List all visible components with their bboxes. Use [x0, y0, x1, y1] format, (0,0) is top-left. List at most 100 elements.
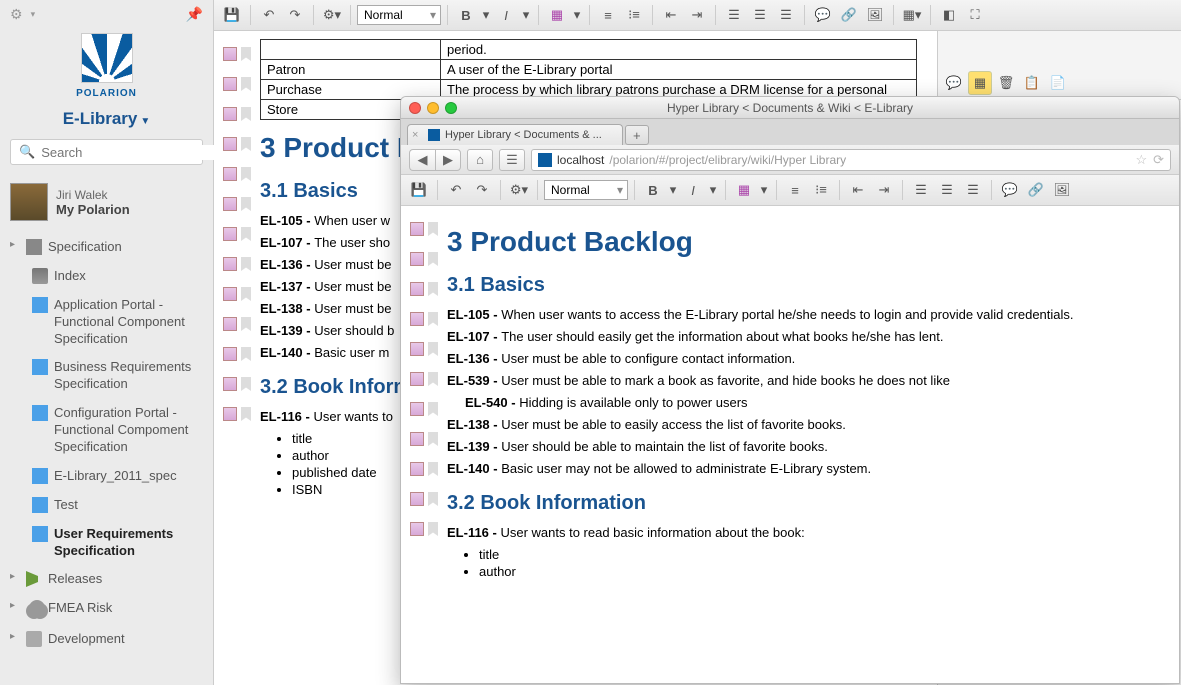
align-right-button[interactable]: ☰: [961, 178, 985, 202]
gutter-row[interactable]: [401, 214, 447, 244]
bold-dd[interactable]: ▾: [480, 3, 492, 27]
image-button[interactable]: 🖼: [1050, 178, 1074, 202]
req-EL-105[interactable]: EL-105 - When user wants to access the E…: [447, 307, 1159, 322]
gutter-row[interactable]: [401, 484, 447, 514]
gutter-row[interactable]: [401, 424, 447, 454]
nav-item-5[interactable]: E-Library_2011_spec: [0, 462, 213, 491]
nav-item-10[interactable]: ▸Development: [0, 625, 213, 654]
browser-tab[interactable]: × Hyper Library < Documents & ...: [407, 124, 623, 145]
gutter-row[interactable]: [214, 249, 260, 279]
style-select[interactable]: Normal: [544, 180, 628, 200]
highlight-icon[interactable]: ▦: [968, 71, 992, 95]
url-input[interactable]: localhost/polarion/#/project/elibrary/wi…: [531, 149, 1171, 171]
nav-item-4[interactable]: Configuration Portal - Functional Compom…: [0, 399, 213, 462]
new-tab-button[interactable]: +: [625, 125, 649, 145]
search-field[interactable]: [41, 145, 217, 160]
workitem-dd[interactable]: ▾: [571, 3, 583, 27]
req-EL-540[interactable]: EL-540 - Hidding is available only to po…: [465, 395, 1159, 410]
italic-dd[interactable]: ▾: [520, 3, 532, 27]
req-EL-138[interactable]: EL-138 - User must be able to easily acc…: [447, 417, 1159, 432]
zoom-window-icon[interactable]: [445, 102, 457, 114]
gutter-row[interactable]: [401, 334, 447, 364]
redo-button[interactable]: ↷: [470, 178, 494, 202]
forward-button[interactable]: ▶: [435, 149, 461, 171]
image-button[interactable]: 🖼: [863, 3, 887, 27]
gutter-row[interactable]: [214, 39, 260, 69]
gutter-row[interactable]: [214, 369, 260, 399]
outdent-button[interactable]: ⇤: [659, 3, 683, 27]
numlist-button[interactable]: ≡: [783, 178, 807, 202]
req-EL-136[interactable]: EL-136 - User must be able to configure …: [447, 351, 1159, 366]
italic-dd[interactable]: ▾: [707, 178, 719, 202]
table-button[interactable]: ▦▾: [900, 3, 924, 27]
gutter-row[interactable]: [214, 309, 260, 339]
titlebar[interactable]: Hyper Library < Documents & Wiki < E-Lib…: [401, 97, 1179, 119]
back-button[interactable]: ◀: [409, 149, 435, 171]
reader-button[interactable]: ☰: [499, 149, 525, 171]
project-selector[interactable]: E-Library▼: [0, 101, 213, 139]
expand-button[interactable]: ⛶: [963, 3, 987, 27]
gear-icon[interactable]: ⚙: [10, 6, 23, 23]
gutter-row[interactable]: [214, 129, 260, 159]
user-row[interactable]: Jiri Walek My Polarion: [0, 175, 213, 229]
nav-item-9[interactable]: ▸FMEA Risk: [0, 594, 213, 625]
save-button[interactable]: 💾: [407, 178, 431, 202]
nav-item-7[interactable]: User Requirements Specification: [0, 520, 213, 566]
delete-icon[interactable]: 🗑: [994, 71, 1018, 95]
close-window-icon[interactable]: [409, 102, 421, 114]
nav-item-6[interactable]: Test: [0, 491, 213, 520]
req-EL-139[interactable]: EL-139 - User should be able to maintain…: [447, 439, 1159, 454]
close-tab-icon[interactable]: ×: [412, 129, 418, 141]
gutter-row[interactable]: [214, 279, 260, 309]
paste-icon[interactable]: 📄: [1046, 71, 1070, 95]
indent-button[interactable]: ⇥: [685, 3, 709, 27]
workitem-button[interactable]: ▦: [545, 3, 569, 27]
gutter-row[interactable]: [214, 159, 260, 189]
req-EL-539[interactable]: EL-539 - User must be able to mark a boo…: [447, 373, 1159, 388]
nav-item-8[interactable]: ▸Releases: [0, 565, 213, 594]
gutter-row[interactable]: [401, 394, 447, 424]
gutter-row[interactable]: [401, 304, 447, 334]
panel-toggle-button[interactable]: ◧: [937, 3, 961, 27]
gutter-row[interactable]: [214, 219, 260, 249]
align-center-button[interactable]: ☰: [935, 178, 959, 202]
gutter-row[interactable]: [214, 99, 260, 129]
gutter-row[interactable]: [214, 399, 260, 429]
comment-icon[interactable]: 💬: [942, 71, 966, 95]
req-EL-107[interactable]: EL-107 - The user should easily get the …: [447, 329, 1159, 344]
bullist-button[interactable]: ⁝≡: [622, 3, 646, 27]
undo-button[interactable]: ↶: [257, 3, 281, 27]
outdent-button[interactable]: ⇤: [846, 178, 870, 202]
minimize-window-icon[interactable]: [427, 102, 439, 114]
align-left-button[interactable]: ☰: [722, 3, 746, 27]
italic-button[interactable]: I: [494, 3, 518, 27]
nav-item-3[interactable]: Business Requirements Specification: [0, 353, 213, 399]
gear-button[interactable]: ⚙▾: [320, 3, 344, 27]
gutter-row[interactable]: [401, 454, 447, 484]
undo-button[interactable]: ↶: [444, 178, 468, 202]
search-input[interactable]: 🔍: [10, 139, 203, 165]
req-EL-140[interactable]: EL-140 - Basic user may not be allowed t…: [447, 461, 1159, 476]
comment-button[interactable]: 💬: [998, 178, 1022, 202]
user-link[interactable]: My Polarion: [56, 202, 130, 217]
pin-icon[interactable]: 📌: [186, 6, 203, 23]
gutter-row[interactable]: [214, 339, 260, 369]
link-button[interactable]: 🔗: [837, 3, 861, 27]
reload-icon[interactable]: ⟳: [1153, 152, 1164, 168]
gear-dropdown-icon[interactable]: ▾: [31, 9, 36, 20]
align-left-button[interactable]: ☰: [909, 178, 933, 202]
gutter-row[interactable]: [401, 244, 447, 274]
bold-button[interactable]: B: [454, 3, 478, 27]
workitem-dd[interactable]: ▾: [758, 178, 770, 202]
gutter-row[interactable]: [401, 274, 447, 304]
numlist-button[interactable]: ≡: [596, 3, 620, 27]
gutter-row[interactable]: [401, 514, 447, 544]
req-EL-116[interactable]: EL-116 - User wants to read basic inform…: [447, 525, 1159, 540]
gutter-row[interactable]: [214, 189, 260, 219]
bookmark-icon[interactable]: ☆: [1135, 152, 1147, 168]
nav-item-0[interactable]: ▸Specification: [0, 233, 213, 262]
workitem-button[interactable]: ▦: [732, 178, 756, 202]
bold-dd[interactable]: ▾: [667, 178, 679, 202]
nav-item-1[interactable]: Index: [0, 262, 213, 291]
gear-button[interactable]: ⚙▾: [507, 178, 531, 202]
